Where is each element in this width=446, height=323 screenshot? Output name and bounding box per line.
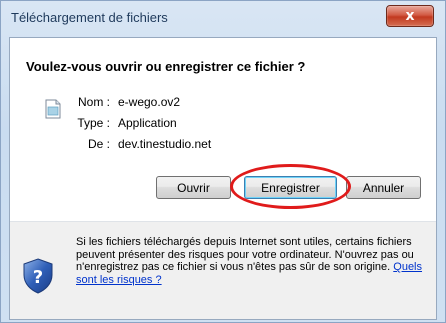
close-button[interactable]: x — [386, 5, 434, 27]
open-button[interactable]: Ouvrir — [156, 176, 231, 199]
warning-text-block: Si les fichiers téléchargés depuis Inter… — [76, 236, 428, 286]
dialog-content: Voulez-vous ouvrir ou enregistrer ce fic… — [9, 37, 437, 320]
cancel-button[interactable]: Annuler — [346, 176, 421, 199]
file-source-label: De : — [87, 137, 110, 151]
warning-section: ? Si les fichiers téléchargés depuis Int… — [10, 222, 436, 319]
close-icon: x — [405, 8, 415, 24]
title-bar[interactable]: Téléchargement de fichiers x — [1, 1, 445, 37]
window-title: Téléchargement de fichiers — [11, 10, 168, 25]
file-type-value: Application — [118, 116, 177, 130]
file-name-label: Nom : — [77, 95, 110, 109]
shield-question-icon: ? — [23, 258, 53, 294]
file-name-value: e-wego.ov2 — [118, 95, 181, 109]
warning-text: Si les fichiers téléchargés depuis Inter… — [76, 236, 414, 273]
red-highlight-ellipse — [230, 164, 351, 209]
download-dialog-window: Téléchargement de fichiers x Voulez-vous… — [0, 0, 446, 323]
file-type-label: Type : — [77, 116, 110, 130]
file-source-value: dev.tinestudio.net — [118, 137, 212, 151]
svg-text:?: ? — [33, 267, 43, 288]
dialog-heading: Voulez-vous ouvrir ou enregistrer ce fic… — [26, 59, 306, 74]
